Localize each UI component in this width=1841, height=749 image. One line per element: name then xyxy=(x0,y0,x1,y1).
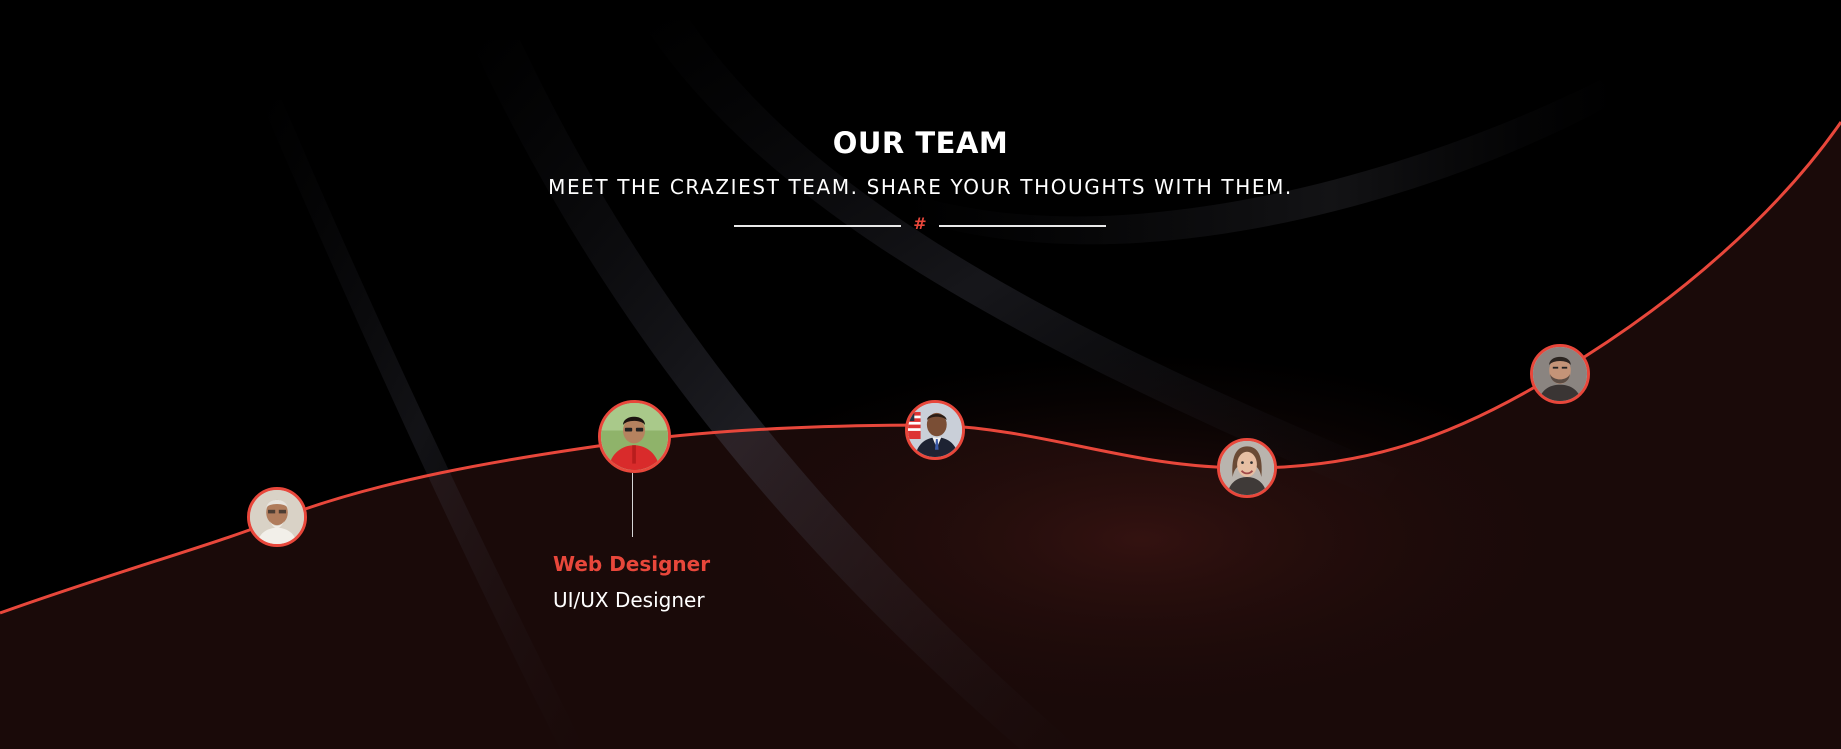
older-man-portrait-icon xyxy=(250,490,304,544)
team-member-avatar-3[interactable] xyxy=(905,400,965,460)
man-suit-flag-portrait-icon xyxy=(908,403,962,457)
section-title: OUR TEAM xyxy=(832,126,1009,160)
section-subtitle: MEET THE CRAZIEST TEAM. SHARE YOUR THOUG… xyxy=(548,175,1293,199)
divider-line-right xyxy=(939,225,1106,227)
team-member-avatar-2[interactable] xyxy=(598,400,671,473)
young-man-red-shirt-portrait-icon xyxy=(601,403,668,470)
team-member-avatar-1[interactable] xyxy=(247,487,307,547)
team-member-avatar-5[interactable] xyxy=(1530,344,1590,404)
member-connector-line xyxy=(632,473,633,537)
member-title: UI/UX Designer xyxy=(553,588,705,612)
hash-icon: # xyxy=(913,214,927,233)
team-member-avatar-4[interactable] xyxy=(1217,438,1277,498)
divider-line-left xyxy=(734,225,901,227)
woman-smiling-portrait-icon xyxy=(1220,441,1274,495)
team-section: OUR TEAM MEET THE CRAZIEST TEAM. SHARE Y… xyxy=(0,0,1841,749)
member-role: Web Designer xyxy=(553,552,711,576)
bearded-man-portrait-icon xyxy=(1533,347,1587,401)
